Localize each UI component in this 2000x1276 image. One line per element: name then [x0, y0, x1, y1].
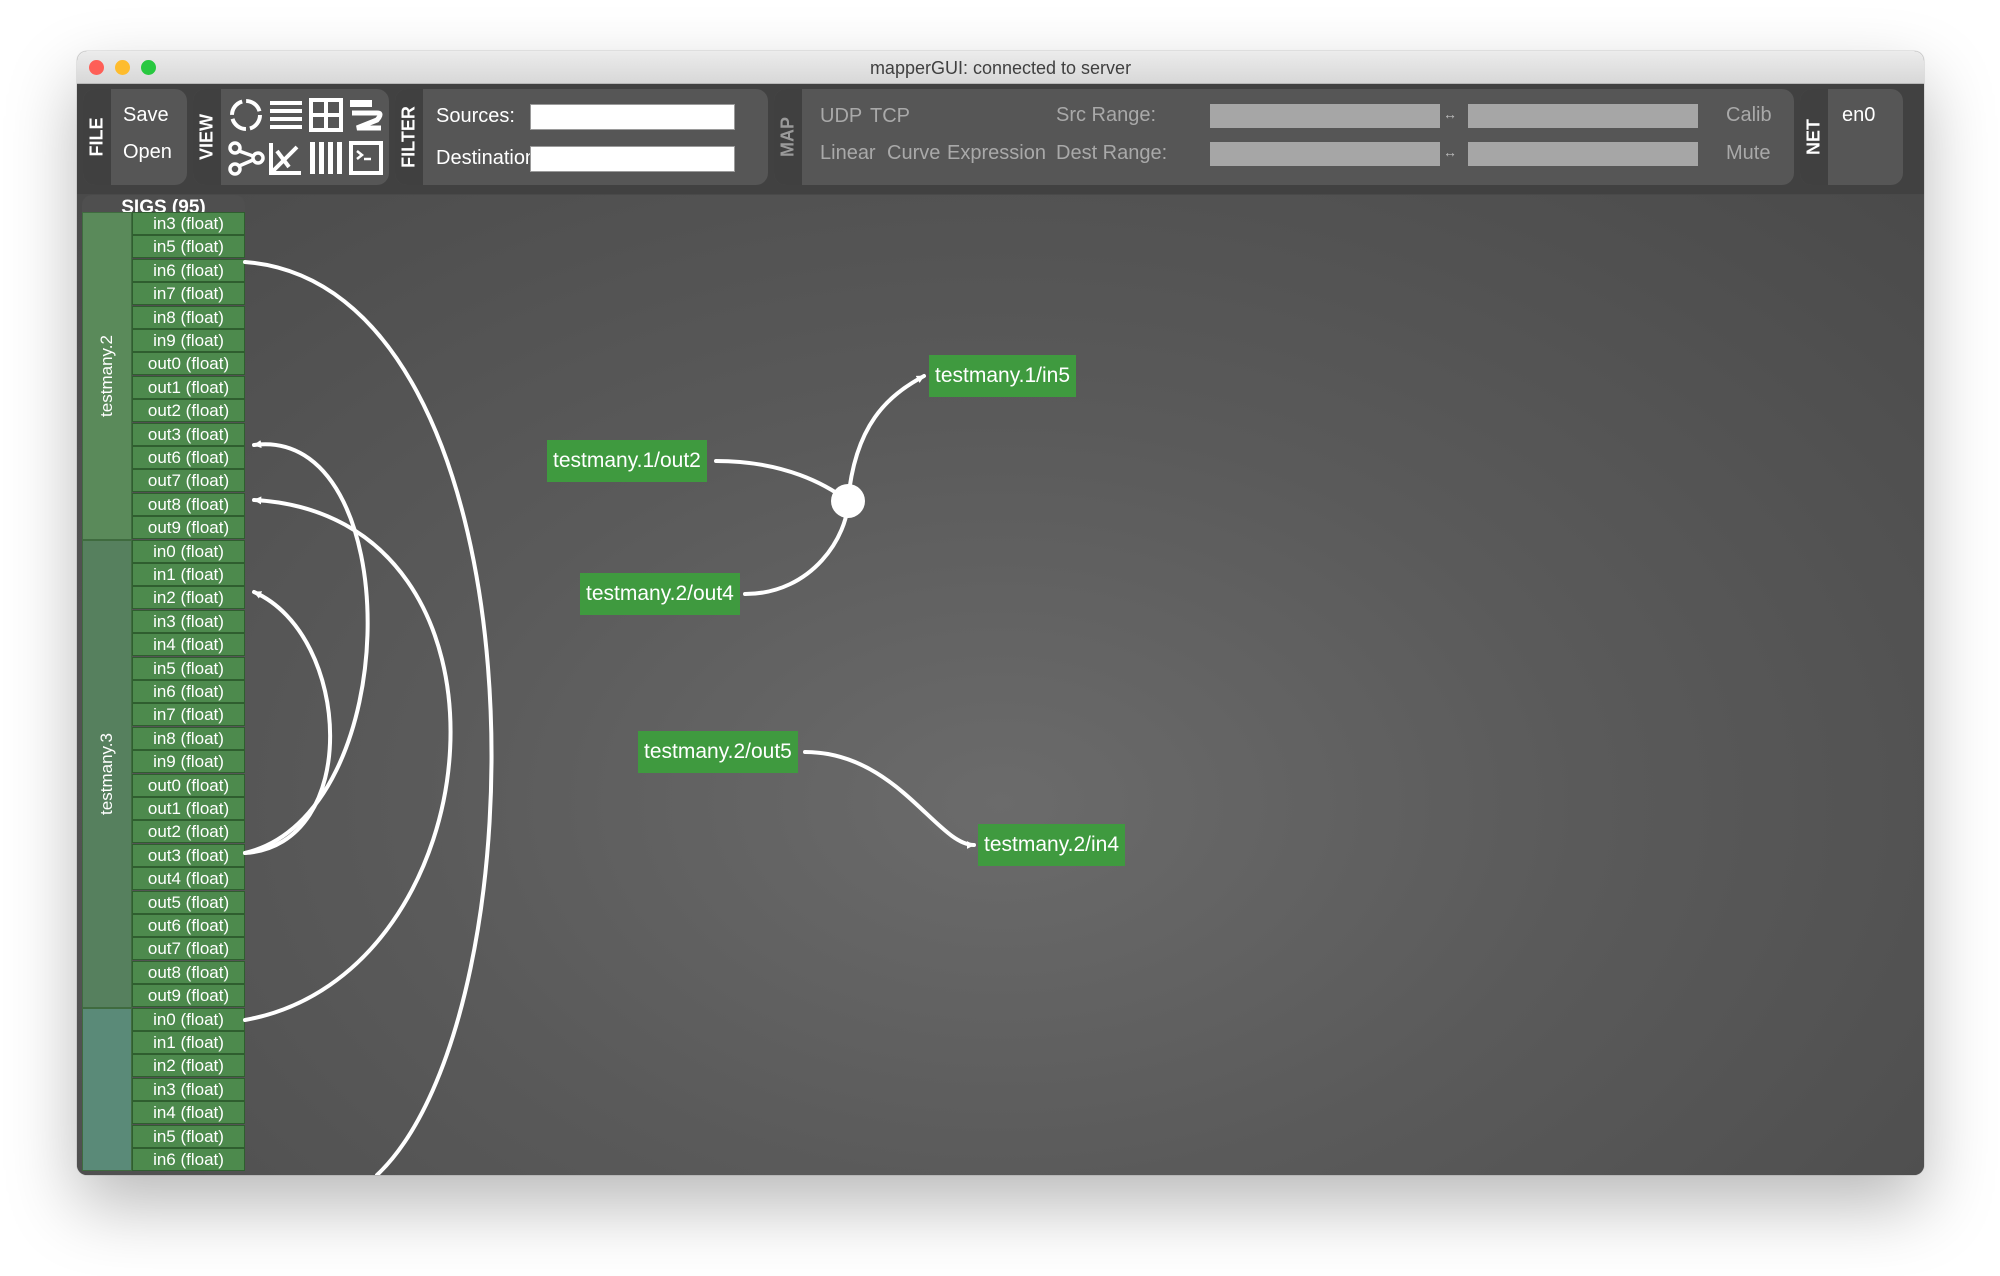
graph-view-icon[interactable]: [227, 139, 265, 177]
net-panel: NET en0: [1800, 89, 1903, 185]
window-title: mapperGUI: connected to server: [869, 58, 1132, 78]
map-canvas[interactable]: SIGS (95) testmany.2 in3 (float) in5 (floa…: [77, 195, 1924, 1175]
list-view-icon[interactable]: [267, 96, 305, 134]
app-window: mapperGUI: connected to server FILE Save…: [77, 51, 1924, 1175]
udp-button[interactable]: UDP: [820, 105, 862, 128]
map-tab: MAP: [774, 89, 802, 185]
node-testmany1-in5[interactable]: testmany.1/in5: [929, 355, 1077, 397]
src-range-link-icon[interactable]: ↔: [1443, 106, 1457, 122]
grid-view-icon[interactable]: [307, 96, 345, 134]
filter-panel: FILTER Sources: Destinations:: [395, 89, 768, 185]
expression-button[interactable]: Expression: [947, 142, 1046, 165]
parallel-view-icon[interactable]: [307, 139, 345, 177]
toolbar: FILE Save Open VIEW FILTER Sources: Dest…: [77, 84, 1924, 194]
node-testmany2-out5[interactable]: testmany.2/out5: [638, 731, 798, 773]
console-view-icon[interactable]: [347, 139, 385, 177]
sources-label: Sources:: [436, 105, 515, 127]
src-range-label: Src Range:: [1056, 104, 1157, 126]
map-line-in6-to-in6[interactable]: [243, 260, 494, 1175]
balloon-view-icon[interactable]: [267, 139, 305, 177]
chord-view-icon[interactable]: [227, 96, 265, 134]
network-interface[interactable]: en0: [1842, 104, 1875, 127]
save-button[interactable]: Save: [123, 104, 169, 127]
map-panel: MAP UDP TCP Linear Curve Expression Src …: [774, 89, 1794, 185]
map-line-out4-to-convergent[interactable]: [743, 499, 850, 596]
node-testmany2-out4[interactable]: testmany.2/out4: [580, 573, 740, 615]
dest-range-min-input[interactable]: [1210, 142, 1440, 166]
map-line-out3-to-out8[interactable]: [243, 440, 370, 855]
dest-range-link-icon[interactable]: ↔: [1443, 144, 1457, 160]
view-tab: VIEW: [193, 89, 221, 185]
mute-button[interactable]: Mute: [1726, 142, 1770, 165]
open-button[interactable]: Open: [123, 141, 172, 164]
dest-range-label: Dest Range:: [1056, 142, 1168, 164]
hive-view-icon[interactable]: [347, 96, 385, 134]
map-line-out3-to-in6[interactable]: [243, 590, 332, 855]
dest-range-max-input[interactable]: [1468, 142, 1698, 166]
title-bar[interactable]: mapperGUI: connected to server: [77, 51, 1924, 84]
src-range-min-input[interactable]: [1210, 104, 1440, 128]
destinations-filter-input[interactable]: [530, 146, 735, 172]
map-line-out2-to-convergent[interactable]: [714, 459, 850, 503]
node-testmany2-in4[interactable]: testmany.2/in4: [978, 824, 1126, 866]
filter-tab: FILTER: [395, 89, 423, 185]
net-tab: NET: [1800, 89, 1828, 185]
file-tab: FILE: [83, 89, 111, 185]
file-panel: FILE Save Open: [83, 89, 187, 185]
convergent-map-node[interactable]: [831, 484, 865, 518]
calib-button[interactable]: Calib: [1726, 104, 1772, 127]
map-line-in0-to-in1[interactable]: [243, 496, 453, 1022]
map-line-out5-to-in4[interactable]: [803, 750, 976, 849]
view-panel: VIEW: [193, 89, 389, 185]
linear-button[interactable]: Linear: [820, 142, 876, 165]
curve-button[interactable]: Curve: [887, 142, 940, 165]
map-line-convergent-to-in5[interactable]: [846, 374, 926, 503]
sources-filter-input[interactable]: [530, 104, 735, 130]
map-connections: [243, 260, 976, 1175]
node-testmany1-out2[interactable]: testmany.1/out2: [547, 440, 707, 482]
tcp-button[interactable]: TCP: [870, 105, 910, 128]
src-range-max-input[interactable]: [1468, 104, 1698, 128]
